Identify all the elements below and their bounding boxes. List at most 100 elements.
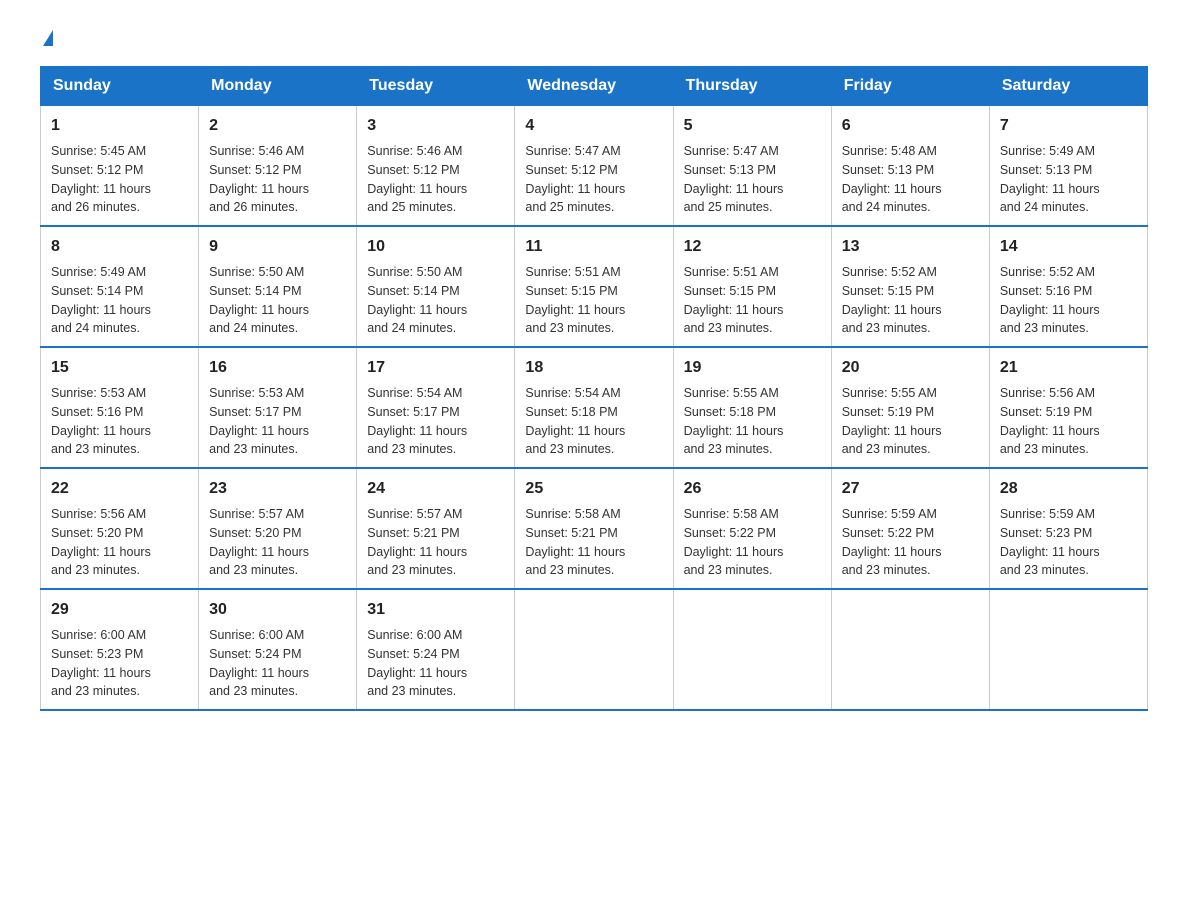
day-number: 26	[684, 477, 821, 501]
day-cell: 18 Sunrise: 5:54 AMSunset: 5:18 PMDayligh…	[515, 347, 673, 468]
day-number: 29	[51, 598, 188, 622]
day-info: Sunrise: 6:00 AMSunset: 5:24 PMDaylight:…	[209, 626, 346, 701]
day-header-tuesday: Tuesday	[357, 67, 515, 106]
day-cell: 15Sunrise: 5:53 AMSunset: 5:16 PMDayligh…	[41, 347, 199, 468]
day-cell: 26 Sunrise: 5:58 AMSunset: 5:22 PMDayligh…	[673, 468, 831, 589]
day-number: 15	[51, 356, 188, 380]
day-info: Sunrise: 5:47 AMSunset: 5:13 PMDaylight:…	[684, 142, 821, 217]
page-header	[40, 30, 1148, 46]
day-cell: 4Sunrise: 5:47 AMSunset: 5:12 PMDaylight…	[515, 106, 673, 227]
logo-triangle-icon	[43, 30, 53, 46]
week-row-1: 1Sunrise: 5:45 AMSunset: 5:12 PMDaylight…	[41, 106, 1148, 227]
day-info: Sunrise: 5:57 AMSunset: 5:21 PMDaylight:…	[367, 505, 504, 580]
day-number: 21	[1000, 356, 1137, 380]
day-info: Sunrise: 5:59 AMSunset: 5:23 PMDaylight:…	[1000, 505, 1137, 580]
day-number: 25	[525, 477, 662, 501]
day-cell: 2 Sunrise: 5:46 AMSunset: 5:12 PMDaylight…	[199, 106, 357, 227]
day-number: 3	[367, 114, 504, 138]
calendar-table: SundayMondayTuesdayWednesdayThursdayFrid…	[40, 66, 1148, 711]
day-cell	[989, 589, 1147, 710]
day-info: Sunrise: 5:58 AMSunset: 5:22 PMDaylight:…	[684, 505, 821, 580]
day-cell: 19Sunrise: 5:55 AMSunset: 5:18 PMDayligh…	[673, 347, 831, 468]
day-number: 1	[51, 114, 188, 138]
day-cell: 11 Sunrise: 5:51 AMSunset: 5:15 PMDayligh…	[515, 226, 673, 347]
day-info: Sunrise: 6:00 AMSunset: 5:24 PMDaylight:…	[367, 626, 504, 701]
day-info: Sunrise: 5:50 AMSunset: 5:14 PMDaylight:…	[209, 263, 346, 338]
day-cell: 21 Sunrise: 5:56 AMSunset: 5:19 PMDayligh…	[989, 347, 1147, 468]
day-cell: 22 Sunrise: 5:56 AMSunset: 5:20 PMDayligh…	[41, 468, 199, 589]
day-cell: 27Sunrise: 5:59 AMSunset: 5:22 PMDayligh…	[831, 468, 989, 589]
day-cell: 10 Sunrise: 5:50 AMSunset: 5:14 PMDayligh…	[357, 226, 515, 347]
day-info: Sunrise: 5:46 AMSunset: 5:12 PMDaylight:…	[209, 142, 346, 217]
week-row-4: 22 Sunrise: 5:56 AMSunset: 5:20 PMDayligh…	[41, 468, 1148, 589]
day-info: Sunrise: 5:54 AMSunset: 5:18 PMDaylight:…	[525, 384, 662, 459]
day-cell: 3 Sunrise: 5:46 AMSunset: 5:12 PMDaylight…	[357, 106, 515, 227]
day-info: Sunrise: 5:56 AMSunset: 5:19 PMDaylight:…	[1000, 384, 1137, 459]
day-number: 10	[367, 235, 504, 259]
day-cell: 8Sunrise: 5:49 AMSunset: 5:14 PMDaylight…	[41, 226, 199, 347]
day-info: Sunrise: 5:52 AMSunset: 5:16 PMDaylight:…	[1000, 263, 1137, 338]
day-info: Sunrise: 5:47 AMSunset: 5:12 PMDaylight:…	[525, 142, 662, 217]
day-info: Sunrise: 5:49 AMSunset: 5:13 PMDaylight:…	[1000, 142, 1137, 217]
day-cell: 28 Sunrise: 5:59 AMSunset: 5:23 PMDayligh…	[989, 468, 1147, 589]
day-cell: 16 Sunrise: 5:53 AMSunset: 5:17 PMDayligh…	[199, 347, 357, 468]
day-info: Sunrise: 5:48 AMSunset: 5:13 PMDaylight:…	[842, 142, 979, 217]
day-info: Sunrise: 5:58 AMSunset: 5:21 PMDaylight:…	[525, 505, 662, 580]
day-info: Sunrise: 5:57 AMSunset: 5:20 PMDaylight:…	[209, 505, 346, 580]
day-cell: 20 Sunrise: 5:55 AMSunset: 5:19 PMDayligh…	[831, 347, 989, 468]
logo	[40, 30, 53, 46]
week-row-2: 8Sunrise: 5:49 AMSunset: 5:14 PMDaylight…	[41, 226, 1148, 347]
day-number: 5	[684, 114, 821, 138]
day-number: 18	[525, 356, 662, 380]
day-cell: 30 Sunrise: 6:00 AMSunset: 5:24 PMDayligh…	[199, 589, 357, 710]
day-cell: 1Sunrise: 5:45 AMSunset: 5:12 PMDaylight…	[41, 106, 199, 227]
day-cell: 12Sunrise: 5:51 AMSunset: 5:15 PMDayligh…	[673, 226, 831, 347]
day-number: 11	[525, 235, 662, 259]
day-header-sunday: Sunday	[41, 67, 199, 106]
day-info: Sunrise: 5:50 AMSunset: 5:14 PMDaylight:…	[367, 263, 504, 338]
day-cell: 7 Sunrise: 5:49 AMSunset: 5:13 PMDaylight…	[989, 106, 1147, 227]
day-cell	[831, 589, 989, 710]
day-header-monday: Monday	[199, 67, 357, 106]
day-number: 24	[367, 477, 504, 501]
day-info: Sunrise: 5:52 AMSunset: 5:15 PMDaylight:…	[842, 263, 979, 338]
day-info: Sunrise: 5:55 AMSunset: 5:19 PMDaylight:…	[842, 384, 979, 459]
day-info: Sunrise: 5:56 AMSunset: 5:20 PMDaylight:…	[51, 505, 188, 580]
day-info: Sunrise: 5:51 AMSunset: 5:15 PMDaylight:…	[525, 263, 662, 338]
day-number: 7	[1000, 114, 1137, 138]
day-info: Sunrise: 5:53 AMSunset: 5:17 PMDaylight:…	[209, 384, 346, 459]
day-cell	[515, 589, 673, 710]
day-info: Sunrise: 5:49 AMSunset: 5:14 PMDaylight:…	[51, 263, 188, 338]
day-header-wednesday: Wednesday	[515, 67, 673, 106]
day-info: Sunrise: 5:46 AMSunset: 5:12 PMDaylight:…	[367, 142, 504, 217]
day-info: Sunrise: 5:51 AMSunset: 5:15 PMDaylight:…	[684, 263, 821, 338]
day-number: 30	[209, 598, 346, 622]
week-row-5: 29 Sunrise: 6:00 AMSunset: 5:23 PMDayligh…	[41, 589, 1148, 710]
day-number: 13	[842, 235, 979, 259]
day-info: Sunrise: 5:54 AMSunset: 5:17 PMDaylight:…	[367, 384, 504, 459]
day-number: 14	[1000, 235, 1137, 259]
day-cell: 29 Sunrise: 6:00 AMSunset: 5:23 PMDayligh…	[41, 589, 199, 710]
day-number: 28	[1000, 477, 1137, 501]
day-header-thursday: Thursday	[673, 67, 831, 106]
day-cell: 5 Sunrise: 5:47 AMSunset: 5:13 PMDaylight…	[673, 106, 831, 227]
day-number: 16	[209, 356, 346, 380]
day-number: 17	[367, 356, 504, 380]
day-number: 2	[209, 114, 346, 138]
day-cell: 23 Sunrise: 5:57 AMSunset: 5:20 PMDayligh…	[199, 468, 357, 589]
day-cell: 9 Sunrise: 5:50 AMSunset: 5:14 PMDaylight…	[199, 226, 357, 347]
day-number: 22	[51, 477, 188, 501]
day-cell	[673, 589, 831, 710]
day-info: Sunrise: 5:55 AMSunset: 5:18 PMDaylight:…	[684, 384, 821, 459]
day-cell: 24 Sunrise: 5:57 AMSunset: 5:21 PMDayligh…	[357, 468, 515, 589]
day-cell: 25 Sunrise: 5:58 AMSunset: 5:21 PMDayligh…	[515, 468, 673, 589]
day-info: Sunrise: 6:00 AMSunset: 5:23 PMDaylight:…	[51, 626, 188, 701]
day-cell: 14 Sunrise: 5:52 AMSunset: 5:16 PMDayligh…	[989, 226, 1147, 347]
day-number: 6	[842, 114, 979, 138]
day-cell: 6 Sunrise: 5:48 AMSunset: 5:13 PMDaylight…	[831, 106, 989, 227]
day-number: 23	[209, 477, 346, 501]
day-header-friday: Friday	[831, 67, 989, 106]
day-number: 9	[209, 235, 346, 259]
week-row-3: 15Sunrise: 5:53 AMSunset: 5:16 PMDayligh…	[41, 347, 1148, 468]
day-number: 20	[842, 356, 979, 380]
